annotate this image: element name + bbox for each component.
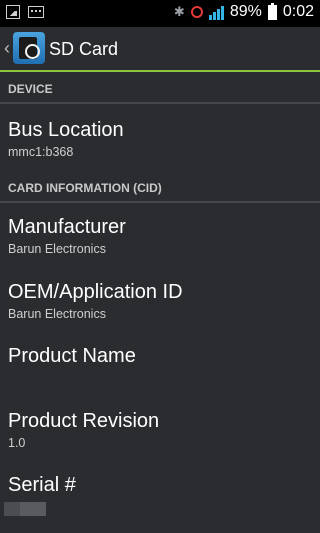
pref-product-name[interactable]: Product Name — [8, 344, 308, 370]
pref-title: Serial # — [8, 474, 76, 496]
battery-icon — [267, 2, 277, 20]
clock: 0:02 — [282, 3, 314, 20]
page-title: SD Card — [49, 39, 119, 59]
pref-manufacturer[interactable]: Manufacturer Barun Electronics — [8, 215, 308, 257]
action-bar: ‹ SD Card — [0, 27, 320, 72]
pref-title: Bus Location — [8, 119, 124, 141]
battery-percent: 89% — [229, 3, 262, 20]
redacted-serial-value — [4, 502, 46, 516]
alarm-icon — [190, 6, 203, 18]
keyboard-icon — [28, 6, 44, 18]
status-left-icons — [6, 5, 44, 19]
status-right-icons: ✱ 89% 0:02 — [173, 2, 314, 21]
pref-oem-application-id[interactable]: OEM/Application ID Barun Electronics — [8, 280, 308, 322]
pref-bus-location[interactable]: Bus Location mmc1:b368 — [8, 118, 308, 160]
section-header-card-info: CARD INFORMATION (CID) — [0, 173, 320, 203]
bluetooth-icon: ✱ — [173, 4, 185, 19]
signal-icon — [208, 4, 224, 20]
section-header-device: DEVICE — [0, 74, 320, 104]
image-icon — [6, 5, 20, 19]
pref-title: Product Name — [8, 345, 136, 367]
section-title-device: DEVICE — [8, 82, 53, 96]
pref-title: Manufacturer — [8, 216, 126, 238]
back-arrow-icon[interactable]: ‹ — [4, 38, 10, 59]
section-title-card-info: CARD INFORMATION (CID) — [8, 181, 162, 195]
pref-summary: Barun Electronics — [8, 242, 106, 256]
pref-product-revision[interactable]: Product Revision 1.0 — [8, 409, 308, 451]
app-icon[interactable] — [13, 32, 45, 64]
pref-title: OEM/Application ID — [8, 281, 183, 303]
pref-summary: 1.0 — [8, 436, 26, 450]
pref-summary: Barun Electronics — [8, 307, 106, 321]
status-bar: ✱ 89% 0:02 — [0, 0, 320, 27]
pref-summary: mmc1:b368 — [8, 145, 74, 159]
pref-serial[interactable]: Serial # — [8, 473, 308, 499]
pref-title: Product Revision — [8, 410, 160, 432]
